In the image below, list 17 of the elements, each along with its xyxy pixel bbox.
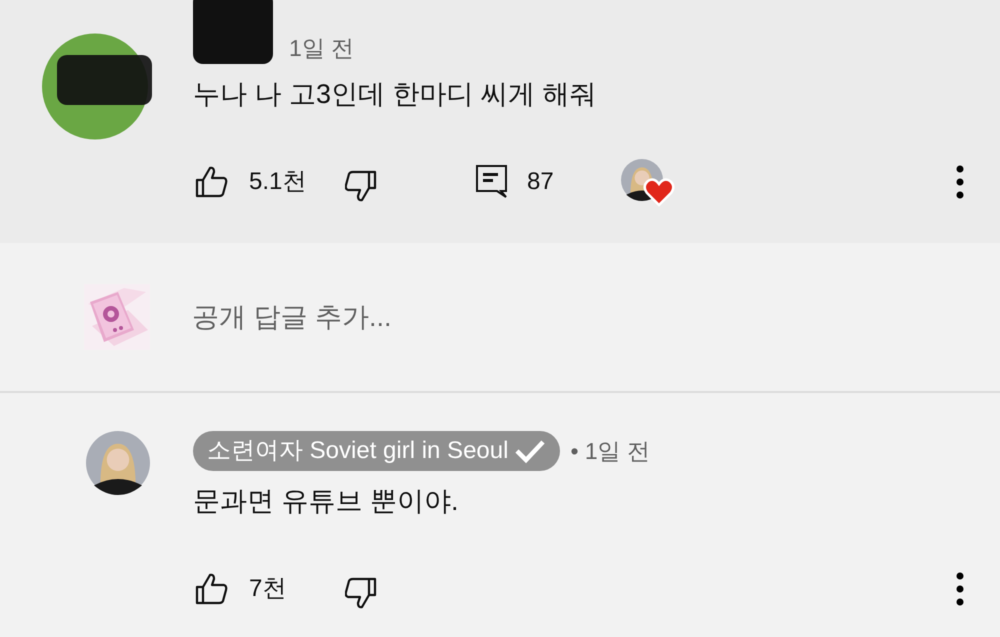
comment-time: • 1일 전: [570, 436, 650, 466]
heart-icon: [643, 177, 675, 207]
reply-count: 87: [527, 167, 555, 197]
like-icon[interactable]: [193, 571, 229, 607]
comment-text: 누나 나 고3인데 한마디 씨게 해줘: [193, 78, 598, 111]
comment-text: 문과면 유튜브 뿐이야.: [193, 485, 460, 518]
reply-icon[interactable]: [475, 164, 509, 200]
comment-time: 1일 전: [289, 34, 354, 63]
reply-input-field[interactable]: 공개 답글 추가...: [192, 296, 792, 338]
avatar-icon[interactable]: [42, 33, 152, 140]
avatar-icon[interactable]: [86, 431, 150, 495]
like-icon[interactable]: [193, 164, 229, 200]
like-count: 5.1천: [249, 167, 308, 197]
author-badge[interactable]: 소련여자 Soviet girl in Seoul: [193, 431, 560, 471]
like-count: 7천: [249, 574, 288, 604]
more-options-icon[interactable]: [956, 572, 964, 606]
more-options-icon[interactable]: [956, 165, 964, 199]
